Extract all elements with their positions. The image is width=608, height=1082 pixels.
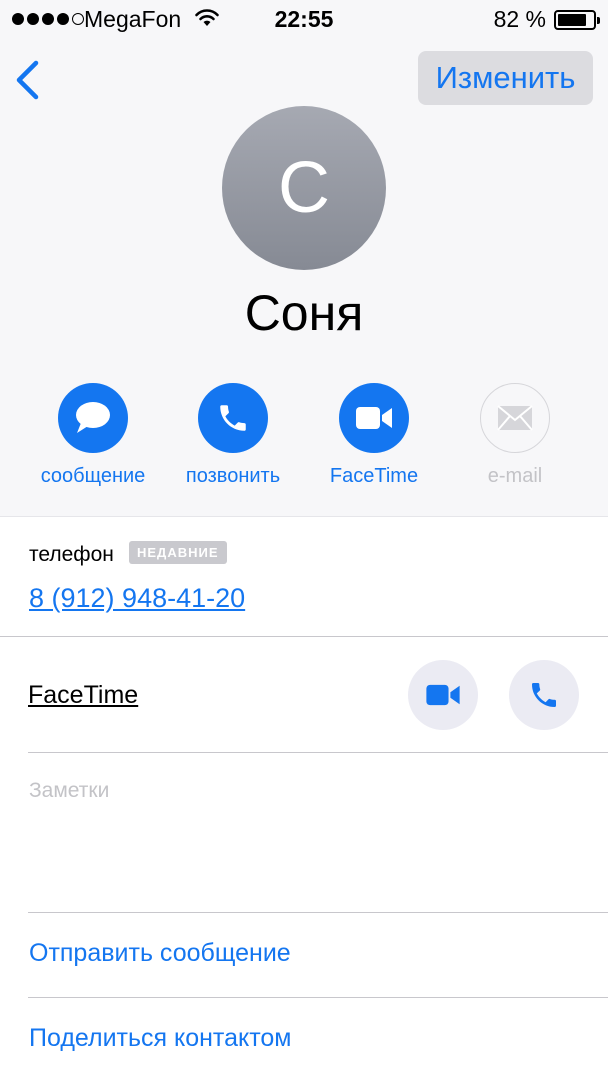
call-action-label: позвонить	[185, 465, 281, 487]
phone-icon	[532, 683, 556, 707]
avatar-initial: С	[278, 148, 330, 228]
phone-section: телефон НЕДАВНИЕ 8 (912) 948-41-20	[0, 517, 608, 637]
chevron-left-icon	[16, 60, 39, 100]
edit-button[interactable]: Изменить	[418, 51, 593, 105]
share-contact-link[interactable]: Поделиться контактом	[29, 1024, 291, 1053]
notes-placeholder: Заметки	[29, 779, 110, 802]
email-action-button: e-mail	[440, 383, 590, 488]
message-action-label: сообщение	[40, 465, 146, 487]
email-action-circle	[480, 383, 550, 453]
back-button[interactable]	[10, 58, 50, 102]
phone-icon	[220, 405, 246, 431]
phone-number-link[interactable]: 8 (912) 948-41-20	[29, 583, 245, 614]
envelope-icon	[497, 405, 533, 431]
facetime-audio-button[interactable]	[509, 660, 579, 730]
facetime-label: FaceTime	[28, 681, 139, 709]
phone-type-label: телефон	[29, 543, 114, 566]
message-action-button[interactable]: сообщение	[18, 383, 168, 488]
status-bar: MegaFon 22:55 82 %	[0, 0, 608, 40]
message-bubble-icon	[76, 402, 110, 433]
notes-field[interactable]: Заметки	[28, 753, 608, 913]
video-camera-icon	[426, 684, 460, 706]
send-message-link[interactable]: Отправить сообщение	[29, 939, 291, 968]
facetime-action-circle[interactable]	[339, 383, 409, 453]
battery-percentage: 82 %	[493, 6, 546, 32]
call-action-button[interactable]: позвонить	[158, 383, 308, 488]
battery-icon	[554, 10, 600, 30]
facetime-action-label: FaceTime	[329, 465, 419, 487]
facetime-section: FaceTime	[28, 638, 608, 753]
email-action-label: e-mail	[487, 465, 543, 487]
avatar: С	[222, 106, 386, 270]
facetime-video-button[interactable]	[408, 660, 478, 730]
recent-badge: НЕДАВНИЕ	[129, 541, 227, 564]
send-message-row[interactable]: Отправить сообщение	[28, 912, 608, 997]
share-contact-row[interactable]: Поделиться контактом	[28, 997, 608, 1082]
message-action-circle[interactable]	[58, 383, 128, 453]
contact-name: Соня	[244, 285, 364, 341]
call-action-circle[interactable]	[198, 383, 268, 453]
contact-header: MegaFon 22:55 82 % Изменить С Соня сообщ…	[0, 0, 608, 517]
video-camera-icon	[356, 407, 392, 429]
facetime-action-button[interactable]: FaceTime	[299, 383, 449, 488]
battery-level	[558, 14, 586, 26]
